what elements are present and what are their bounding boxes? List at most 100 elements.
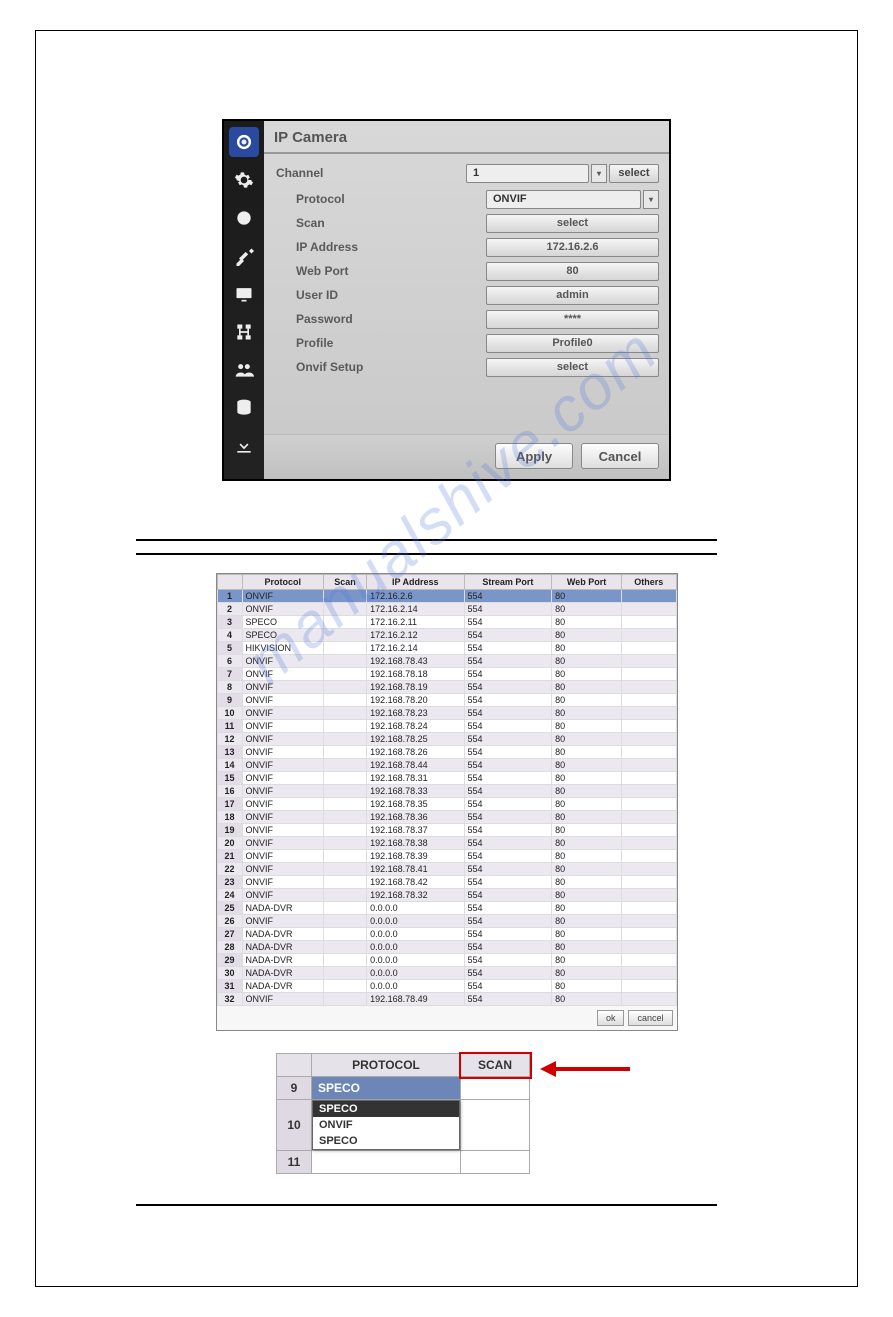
dropdown-option[interactable]: SPECO: [313, 1133, 459, 1149]
network-icon[interactable]: [229, 317, 259, 347]
table-row[interactable]: 30NADA-DVR0.0.0.055480: [217, 967, 676, 980]
row-scan[interactable]: [461, 1100, 530, 1151]
row-index: 13: [217, 746, 242, 759]
dropdown-option[interactable]: SPECO: [313, 1101, 459, 1117]
table-row[interactable]: 24ONVIF192.168.78.3255480: [217, 889, 676, 902]
table-row[interactable]: 7ONVIF192.168.78.1855480: [217, 668, 676, 681]
divider: [136, 1204, 717, 1206]
table-row[interactable]: 13ONVIF192.168.78.2655480: [217, 746, 676, 759]
row-scan: [324, 785, 367, 798]
record-icon[interactable]: [229, 203, 259, 233]
row-ip: 192.168.78.35: [367, 798, 464, 811]
profile-value-button[interactable]: Profile0: [486, 334, 659, 353]
table-row[interactable]: 11ONVIF192.168.78.2455480: [217, 720, 676, 733]
row-ip: 172.16.2.12: [367, 629, 464, 642]
table-row[interactable]: 22ONVIF192.168.78.4155480: [217, 863, 676, 876]
row-protocol[interactable]: [312, 1151, 461, 1174]
channel-value[interactable]: 1: [466, 164, 589, 183]
table-row[interactable]: 31NADA-DVR0.0.0.055480: [217, 980, 676, 993]
row-stream: 554: [464, 616, 552, 629]
settings-gear-icon[interactable]: [229, 165, 259, 195]
table-row[interactable]: 12ONVIF192.168.78.2555480: [217, 733, 676, 746]
row-protocol-dropdown[interactable]: SPECO ONVIF SPECO: [312, 1100, 461, 1151]
apply-button[interactable]: Apply: [495, 443, 573, 469]
protocol-value[interactable]: ONVIF: [486, 190, 641, 209]
table-row[interactable]: 16ONVIF192.168.78.3355480: [217, 785, 676, 798]
table-row[interactable]: 29NADA-DVR0.0.0.055480: [217, 954, 676, 967]
webport-label: Web Port: [274, 264, 486, 278]
camera-icon[interactable]: [229, 127, 259, 157]
row-web: 80: [552, 746, 622, 759]
col-ip: IP Address: [367, 575, 464, 590]
monitor-icon[interactable]: [229, 279, 259, 309]
row-protocol: ONVIF: [242, 668, 324, 681]
table-row[interactable]: 9 SPECO: [277, 1077, 530, 1100]
table-row[interactable]: 5HIKVISION172.16.2.1455480: [217, 642, 676, 655]
table-row[interactable]: 26ONVIF0.0.0.055480: [217, 915, 676, 928]
row-ip: 0.0.0.0: [367, 902, 464, 915]
row-index: 8: [217, 681, 242, 694]
table-row[interactable]: 28NADA-DVR0.0.0.055480: [217, 941, 676, 954]
table-row[interactable]: 17ONVIF192.168.78.3555480: [217, 798, 676, 811]
table-row[interactable]: 14ONVIF192.168.78.4455480: [217, 759, 676, 772]
row-stream: 554: [464, 850, 552, 863]
protocol-dropdown-icon[interactable]: ▾: [643, 190, 659, 209]
row-scan: [324, 590, 367, 603]
scan-select-button[interactable]: select: [486, 214, 659, 233]
table-row[interactable]: 1ONVIF172.16.2.655480: [217, 590, 676, 603]
channel-select-button[interactable]: select: [609, 164, 659, 183]
row-index: 24: [217, 889, 242, 902]
row-index: 32: [217, 993, 242, 1006]
ip-value-button[interactable]: 172.16.2.6: [486, 238, 659, 257]
table-row[interactable]: 21ONVIF192.168.78.3955480: [217, 850, 676, 863]
table-row[interactable]: 20ONVIF192.168.78.3855480: [217, 837, 676, 850]
row-ip: 0.0.0.0: [367, 954, 464, 967]
cancel-button[interactable]: Cancel: [581, 443, 659, 469]
row-stream: 554: [464, 720, 552, 733]
row-index: 25: [217, 902, 242, 915]
scan-cancel-button[interactable]: cancel: [628, 1010, 672, 1026]
webport-value-button[interactable]: 80: [486, 262, 659, 281]
table-row[interactable]: 8ONVIF192.168.78.1955480: [217, 681, 676, 694]
row-scan[interactable]: [461, 1151, 530, 1174]
row-scan[interactable]: [461, 1077, 530, 1100]
dropdown-option[interactable]: ONVIF: [313, 1117, 459, 1133]
table-row[interactable]: 19ONVIF192.168.78.3755480: [217, 824, 676, 837]
onvif-select-button[interactable]: select: [486, 358, 659, 377]
table-row[interactable]: 25NADA-DVR0.0.0.055480: [217, 902, 676, 915]
table-row[interactable]: 32ONVIF192.168.78.4955480: [217, 993, 676, 1006]
table-row[interactable]: 10ONVIF192.168.78.2355480: [217, 707, 676, 720]
row-scan: [324, 915, 367, 928]
table-row[interactable]: 15ONVIF192.168.78.3155480: [217, 772, 676, 785]
users-icon[interactable]: [229, 355, 259, 385]
row-web: 80: [552, 876, 622, 889]
password-value-button[interactable]: ****: [486, 310, 659, 329]
channel-dropdown-icon[interactable]: ▾: [591, 164, 607, 183]
row-web: 80: [552, 837, 622, 850]
row-index: 15: [217, 772, 242, 785]
protocol-dropdown[interactable]: SPECO ONVIF SPECO: [312, 1100, 460, 1150]
tools-icon[interactable]: [229, 241, 259, 271]
row-ip: 192.168.78.36: [367, 811, 464, 824]
table-row[interactable]: 10 SPECO ONVIF SPECO: [277, 1100, 530, 1151]
table-row[interactable]: 4SPECO172.16.2.1255480: [217, 629, 676, 642]
row-protocol[interactable]: SPECO: [312, 1077, 461, 1100]
table-row[interactable]: 6ONVIF192.168.78.4355480: [217, 655, 676, 668]
row-protocol: ONVIF: [242, 655, 324, 668]
proto-col-protocol: PROTOCOL: [312, 1054, 461, 1077]
row-web: 80: [552, 720, 622, 733]
row-scan: [324, 720, 367, 733]
table-row[interactable]: 11: [277, 1151, 530, 1174]
scan-ok-button[interactable]: ok: [597, 1010, 625, 1026]
table-row[interactable]: 18ONVIF192.168.78.3655480: [217, 811, 676, 824]
table-row[interactable]: 23ONVIF192.168.78.4255480: [217, 876, 676, 889]
storage-icon[interactable]: [229, 393, 259, 423]
table-row[interactable]: 3SPECO172.16.2.1155480: [217, 616, 676, 629]
userid-value-button[interactable]: admin: [486, 286, 659, 305]
table-row[interactable]: 2ONVIF172.16.2.1455480: [217, 603, 676, 616]
row-web: 80: [552, 954, 622, 967]
download-icon[interactable]: [229, 431, 259, 461]
table-row[interactable]: 9ONVIF192.168.78.2055480: [217, 694, 676, 707]
col-protocol: Protocol: [242, 575, 324, 590]
table-row[interactable]: 27NADA-DVR0.0.0.055480: [217, 928, 676, 941]
